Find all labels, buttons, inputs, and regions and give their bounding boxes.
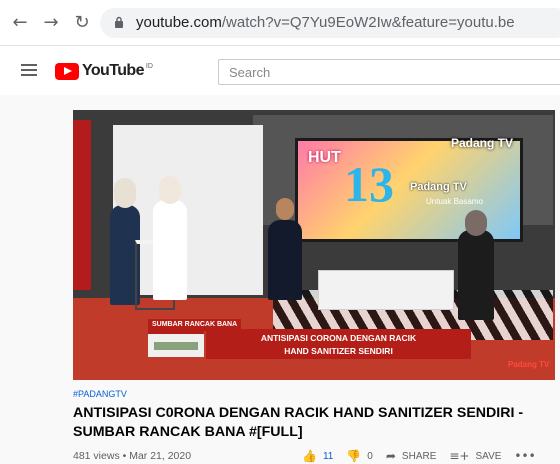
logo-region: ID [145, 63, 153, 70]
video-player[interactable]: HUT 13 Padang TV Untuak Basamo Padang TV… [73, 110, 555, 380]
like-count: 11 [322, 450, 334, 462]
presenter-1-head [114, 178, 136, 208]
search-input[interactable] [219, 60, 560, 84]
url-text: youtube.com/watch?v=Q7Yu9EoW2Iw&feature=… [136, 14, 515, 31]
video-actions: 👍 11 👎 0 ➦ SHARE ≡+ SAVE ••• [302, 449, 536, 463]
screen-number: 13 [344, 156, 394, 212]
share-label: SHARE [401, 450, 437, 462]
logo-text: YouTube [82, 62, 144, 79]
screen-hut-text: HUT [308, 149, 341, 166]
search-box[interactable] [218, 59, 560, 85]
lower-third-line-1: ANTISIPASI CORONA DENGAN RACIK [260, 333, 417, 343]
share-button[interactable]: ➦ SHARE [386, 449, 437, 463]
menu-icon[interactable] [21, 64, 37, 76]
youtube-masthead: YouTube ID [0, 47, 560, 95]
like-button[interactable]: 👍 11 [302, 449, 333, 463]
youtube-play-icon [55, 62, 79, 80]
url-host: youtube.com [136, 14, 222, 31]
screen-slogan: Untuak Basamo [426, 197, 483, 206]
presenter-2-head [159, 176, 181, 204]
lower-third-thumbnail [148, 331, 204, 357]
channel-bug: Padang TV [451, 136, 514, 150]
youtube-logo[interactable]: YouTube ID [55, 61, 153, 81]
view-count-and-date: 481 views • Mar 21, 2020 [73, 450, 192, 462]
dislike-count: 0 [367, 450, 373, 462]
video-title: ANTISIPASI C0RONA DENGAN RACIK HAND SANI… [73, 405, 524, 440]
more-options-icon[interactable]: ••• [514, 449, 535, 463]
thumbs-down-icon: 👎 [346, 449, 362, 463]
lock-icon [115, 16, 123, 28]
browser-toolbar: ← → ↻ youtube.com/watch?v=Q7Yu9EoW2Iw&fe… [0, 0, 560, 46]
thumbs-up-icon: 👍 [302, 449, 317, 463]
url-path: /watch?v=Q7Yu9EoW2Iw&feature=youtu.be [221, 14, 515, 31]
lower-third-caption: ANTISIPASI CORONA DENGAN RACIK HAND SANI… [206, 329, 471, 359]
back-icon[interactable]: ← [10, 13, 30, 33]
hashtag-link[interactable]: #PADANGTV [73, 389, 127, 399]
share-icon: ➦ [385, 449, 396, 463]
dislike-button[interactable]: 👎 0 [346, 449, 373, 463]
save-button[interactable]: ≡+ SAVE [449, 449, 501, 463]
save-label: SAVE [475, 450, 502, 462]
presenter-2 [153, 200, 187, 300]
lower-third-line-2: HAND SANITIZER SENDIRI [284, 346, 393, 356]
studio-table [318, 270, 454, 310]
channel-watermark: Padang TV [508, 360, 550, 369]
studio-red-prop [73, 120, 91, 290]
reload-icon[interactable]: ↻ [72, 13, 92, 33]
guest-2-head [465, 210, 487, 236]
screen-brand: Padang TV [410, 181, 467, 193]
forward-icon[interactable]: → [41, 13, 61, 33]
guest-1 [268, 220, 302, 300]
studio-screen: HUT 13 Padang TV Untuak Basamo [295, 138, 523, 242]
playlist-add-icon: ≡+ [449, 449, 470, 463]
address-bar[interactable]: youtube.com/watch?v=Q7Yu9EoW2Iw&feature=… [100, 8, 560, 38]
guest-2 [458, 230, 494, 320]
guest-1-head [276, 198, 294, 220]
